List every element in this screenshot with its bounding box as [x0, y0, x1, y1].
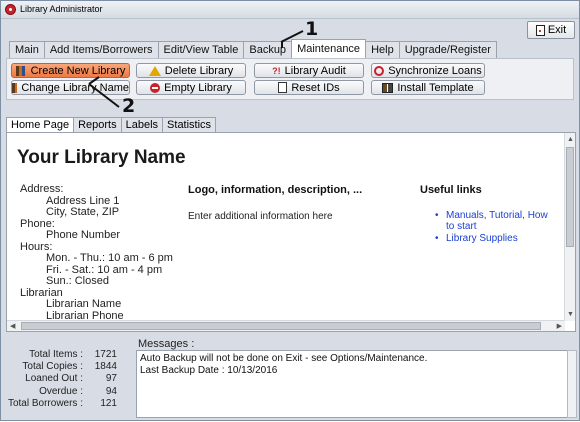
annotation-lines [88, 30, 304, 108]
tab-maintenance[interactable]: Maintenance [291, 39, 367, 58]
app-window: Library Administrator Exit Main Add Item… [0, 0, 580, 421]
callout-1: 1 [305, 18, 319, 40]
callout-2-tick [88, 76, 100, 85]
callout-2: 2 [122, 95, 136, 117]
callout-2-line [88, 83, 120, 108]
